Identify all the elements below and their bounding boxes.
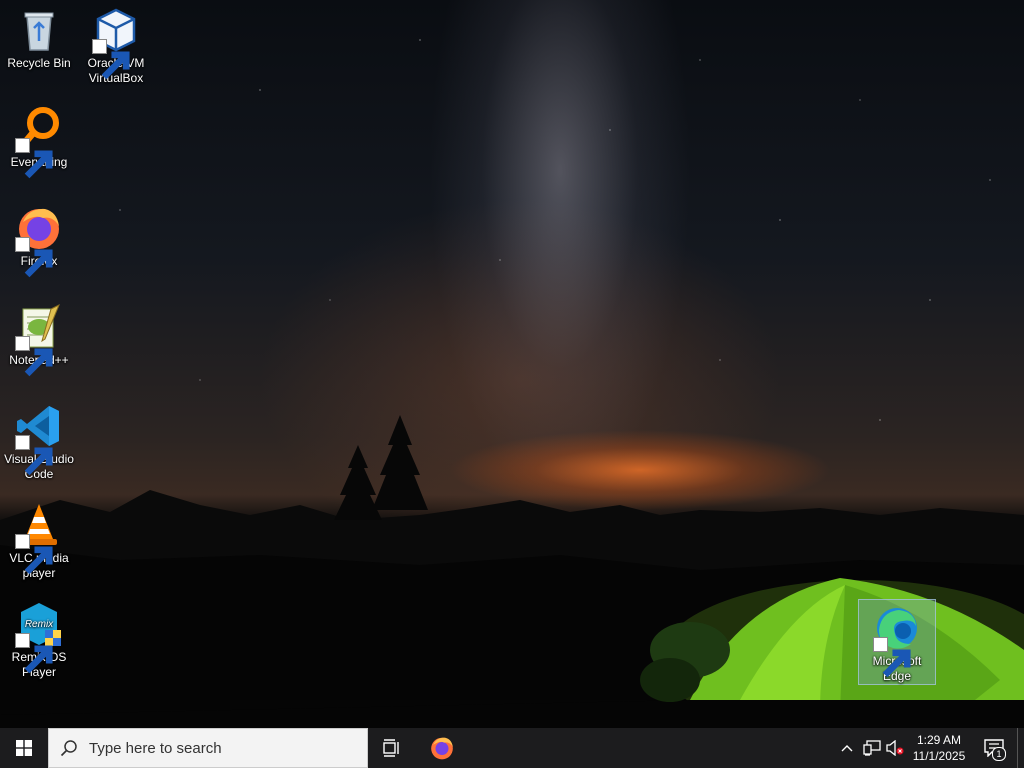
clock-time: 1:29 AM: [916, 733, 962, 747]
shortcut-arrow-icon: [15, 534, 53, 575]
desktop[interactable]: Recycle Bin Oracle VM VirtualBox Everyth…: [0, 0, 1024, 728]
recycle-bin-icon: [24, 12, 54, 51]
start-button[interactable]: [0, 728, 48, 768]
shortcut-arrow-icon: [15, 633, 53, 674]
desktop-icon-firefox[interactable]: Firefox: [0, 200, 78, 278]
search-box[interactable]: Type here to search: [48, 728, 368, 768]
svg-text:Remix: Remix: [25, 619, 54, 630]
network-icon: [863, 740, 881, 756]
taskbar-firefox-button[interactable]: [418, 728, 466, 768]
desktop-icon-virtualbox[interactable]: Oracle VM VirtualBox: [77, 2, 155, 92]
chevron-up-icon: [841, 745, 853, 752]
shortcut-arrow-icon: [15, 435, 53, 476]
firefox-icon: [431, 737, 453, 760]
search-placeholder: Type here to search: [89, 739, 222, 757]
show-hidden-icons-button[interactable]: [836, 728, 858, 768]
volume-muted-icon: [886, 740, 904, 756]
show-desktop-button[interactable]: [1017, 728, 1024, 768]
shortcut-arrow-icon: [92, 39, 130, 80]
icon-label: Recycle Bin: [7, 56, 71, 70]
clock[interactable]: 1:29 AM 11/1/2025: [906, 728, 972, 768]
taskbar: Type here to search 1:29 AM 11/1/2025 1: [0, 728, 1024, 768]
action-center-button[interactable]: 1: [974, 728, 1014, 768]
shortcut-arrow-icon: [873, 637, 911, 678]
desktop-icon-microsoft-edge[interactable]: Microsoft Edge: [858, 599, 936, 685]
clock-date: 11/1/2025: [912, 749, 966, 763]
desktop-icon-recycle-bin[interactable]: Recycle Bin: [0, 2, 78, 80]
shortcut-arrow-icon: [15, 237, 53, 278]
network-button[interactable]: [860, 728, 884, 768]
desktop-icon-notepad-plus-plus[interactable]: Notepad++: [0, 299, 78, 377]
desktop-icon-vlc[interactable]: VLC media player: [0, 497, 78, 587]
desktop-icon-vscode[interactable]: Visual Studio Code: [0, 398, 78, 488]
notification-count-badge: 1: [992, 747, 1006, 761]
desktop-icon-remix-os[interactable]: Remix Remix OS Player: [0, 596, 78, 686]
task-view-button[interactable]: [368, 728, 416, 768]
desktop-icon-everything[interactable]: Everything: [0, 101, 78, 179]
task-view-icon: [383, 739, 399, 757]
shortcut-arrow-icon: [15, 336, 53, 377]
volume-button[interactable]: [884, 728, 906, 768]
search-icon: [60, 740, 77, 757]
windows-start-icon: [16, 740, 32, 756]
shortcut-arrow-icon: [15, 138, 53, 179]
